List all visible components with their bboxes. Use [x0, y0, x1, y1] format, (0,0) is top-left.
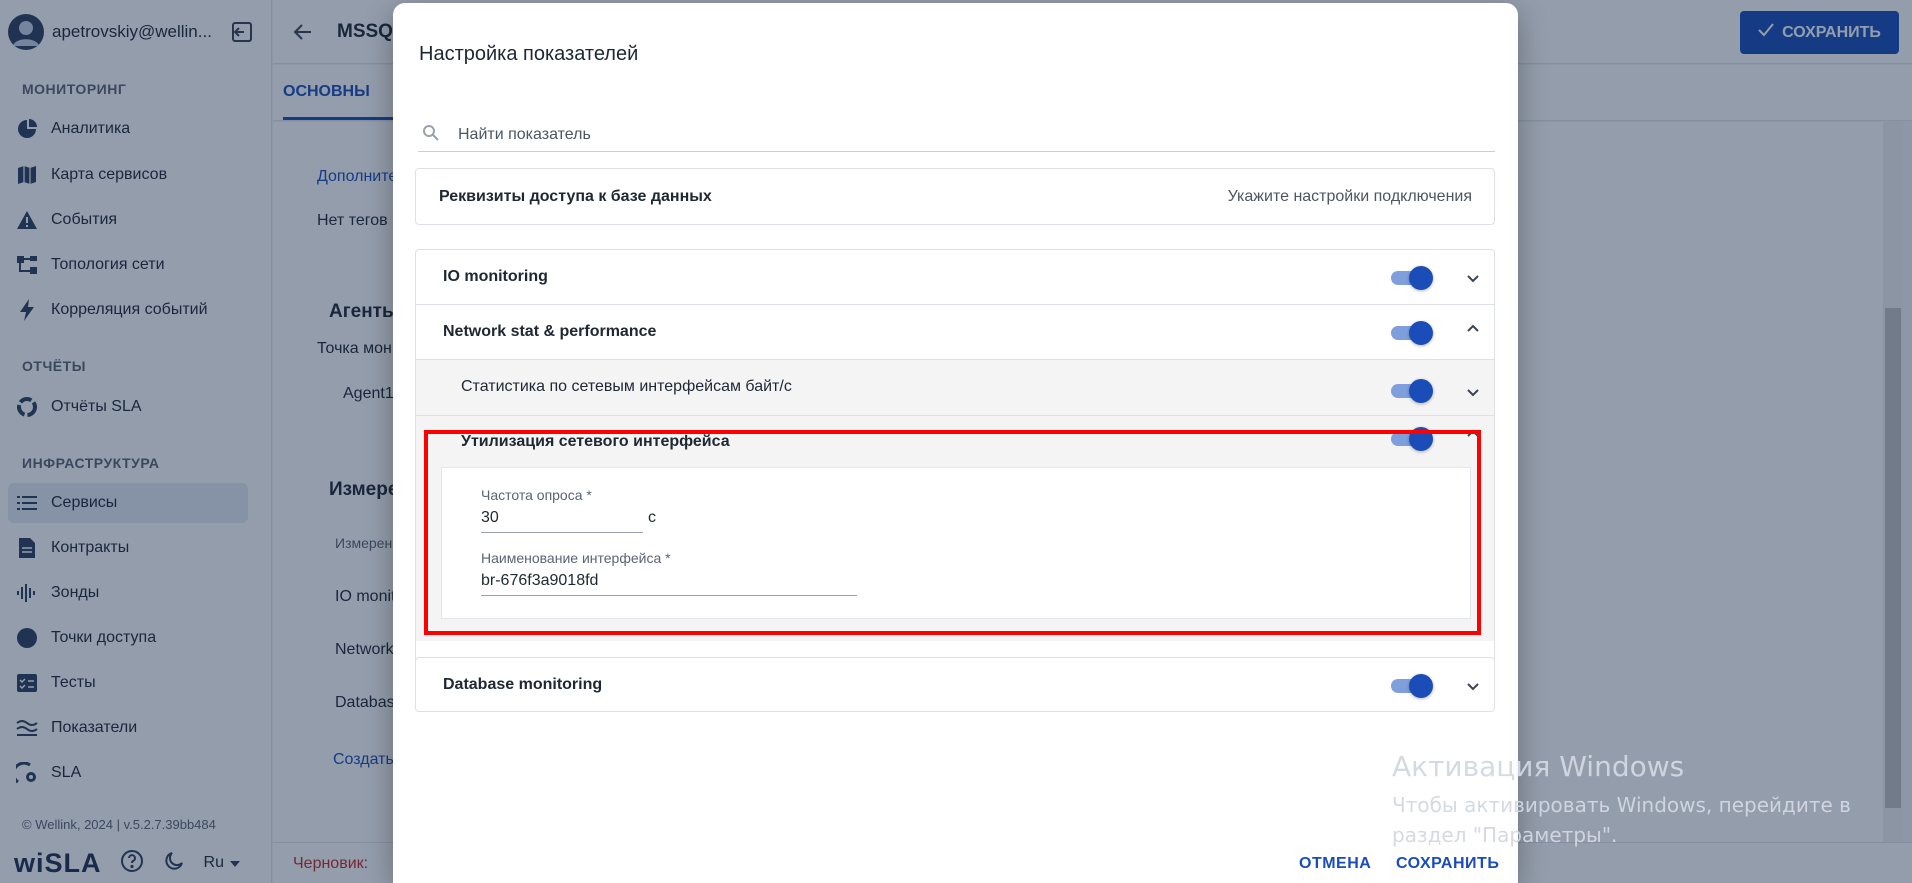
search-input[interactable]: [458, 123, 1458, 147]
metric-row-database-monitoring[interactable]: Database monitoring: [415, 657, 1495, 712]
db-credentials-hint: Укажите настройки подключения: [1227, 188, 1472, 205]
save-button[interactable]: СОХРАНИТЬ: [1396, 855, 1499, 873]
database-monitoring-toggle[interactable]: [1391, 673, 1433, 698]
db-credentials-title: Реквизиты доступа к базе данных: [439, 188, 712, 205]
search-icon: [422, 124, 442, 144]
metric-row-network-stat[interactable]: Network stat & performance: [416, 305, 1494, 360]
metric-row-interface-stats[interactable]: Статистика по сетевым интерфейсам байт/с: [416, 360, 1494, 416]
io-monitoring-toggle[interactable]: [1391, 265, 1433, 290]
metric-title: Статистика по сетевым интерфейсам байт/с: [461, 378, 792, 395]
metric-title: IO monitoring: [443, 268, 548, 285]
db-credentials-card[interactable]: Реквизиты доступа к базе данных Укажите …: [415, 168, 1495, 225]
metric-title: Network stat & performance: [443, 323, 657, 340]
search-box: [418, 119, 1495, 152]
metric-row-io-monitoring[interactable]: IO monitoring: [416, 250, 1494, 305]
network-stat-toggle[interactable]: [1391, 320, 1433, 345]
chevron-down-icon[interactable]: [1464, 384, 1482, 402]
metric-title: Database monitoring: [443, 676, 603, 693]
dialog-title: Настройка показателей: [419, 43, 639, 65]
chevron-up-icon[interactable]: [1464, 319, 1482, 337]
windows-activation-title: Активация Windows: [1392, 750, 1685, 783]
highlight-box: [424, 430, 1481, 635]
windows-activation-text: Чтобы активировать Windows, перейдите в …: [1392, 793, 1851, 847]
chevron-down-icon[interactable]: [1464, 270, 1482, 288]
cancel-button[interactable]: ОТМЕНА: [1299, 855, 1371, 873]
chevron-down-icon[interactable]: [1464, 678, 1482, 696]
interface-stats-toggle[interactable]: [1391, 378, 1433, 403]
